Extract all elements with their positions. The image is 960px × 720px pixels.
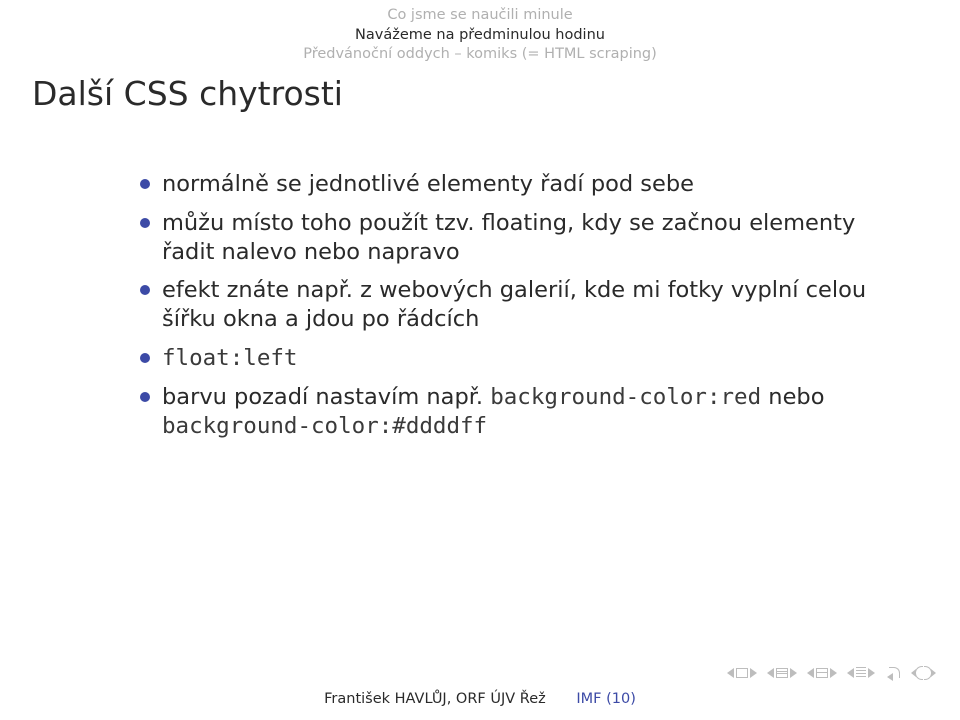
subsection-next-icon[interactable]	[830, 668, 837, 678]
bullet-4: float:left	[140, 344, 870, 373]
breadcrumb: Co jsme se naučili minule Navážeme na př…	[0, 6, 960, 65]
bullet-5: barvu pozadí nastavím např. background-c…	[140, 383, 870, 441]
nav-group-frame	[727, 668, 757, 678]
footer: František HAVLŮJ, ORF ÚJV Řež IMF (10)	[0, 691, 960, 707]
bullet-1-text: normálně se jednotlivé elementy řadí pod…	[162, 171, 694, 197]
slide-root: Co jsme se naučili minule Navážeme na př…	[0, 0, 960, 720]
bullet-4-code: float:left	[162, 345, 297, 371]
frame-icon	[736, 668, 748, 678]
bullet-3: efekt znáte např. z webových galerií, kd…	[140, 276, 870, 334]
nav-group-slide	[847, 667, 875, 679]
nav-group-subsection	[807, 668, 837, 678]
nav-toolbar	[727, 666, 936, 680]
nav-group-section	[767, 668, 797, 678]
bullet-1: normálně se jednotlivé elementy řadí pod…	[140, 170, 870, 199]
subsection-icon	[816, 668, 828, 678]
search-cycle-icon[interactable]	[911, 666, 936, 680]
bullet-5-text-b: nebo	[761, 384, 824, 410]
breadcrumb-line-2[interactable]: Navážeme na předminulou hodinu	[0, 26, 960, 46]
page-title: Další CSS chytrosti	[32, 74, 343, 113]
content-body: normálně se jednotlivé elementy řadí pod…	[140, 170, 870, 450]
bullet-2: můžu místo toho použít tzv. floating, kd…	[140, 209, 870, 267]
section-next-icon[interactable]	[790, 668, 797, 678]
back-icon[interactable]	[885, 667, 901, 679]
footer-author: František HAVLŮJ, ORF ÚJV Řež	[324, 691, 546, 707]
section-prev-icon[interactable]	[767, 668, 774, 678]
bullet-2-text: můžu místo toho použít tzv. floating, kd…	[162, 210, 855, 265]
bullet-5-code-1: background-color:red	[490, 384, 761, 410]
section-icon	[776, 668, 788, 678]
slide-prev-icon[interactable]	[847, 668, 854, 678]
subsection-prev-icon[interactable]	[807, 668, 814, 678]
slide-next-icon[interactable]	[868, 668, 875, 678]
bullet-3-text: efekt znáte např. z webových galerií, kd…	[162, 277, 866, 332]
bullet-5-code-2: background-color:#ddddff	[162, 413, 487, 439]
slide-icon	[856, 667, 866, 679]
frame-prev-icon[interactable]	[727, 668, 734, 678]
breadcrumb-line-3[interactable]: Předvánoční oddych – komiks (= HTML scra…	[0, 45, 960, 65]
frame-next-icon[interactable]	[750, 668, 757, 678]
breadcrumb-line-1[interactable]: Co jsme se naučili minule	[0, 6, 960, 26]
bullet-5-text-a: barvu pozadí nastavím např.	[162, 384, 490, 410]
footer-course: IMF (10)	[576, 691, 636, 707]
